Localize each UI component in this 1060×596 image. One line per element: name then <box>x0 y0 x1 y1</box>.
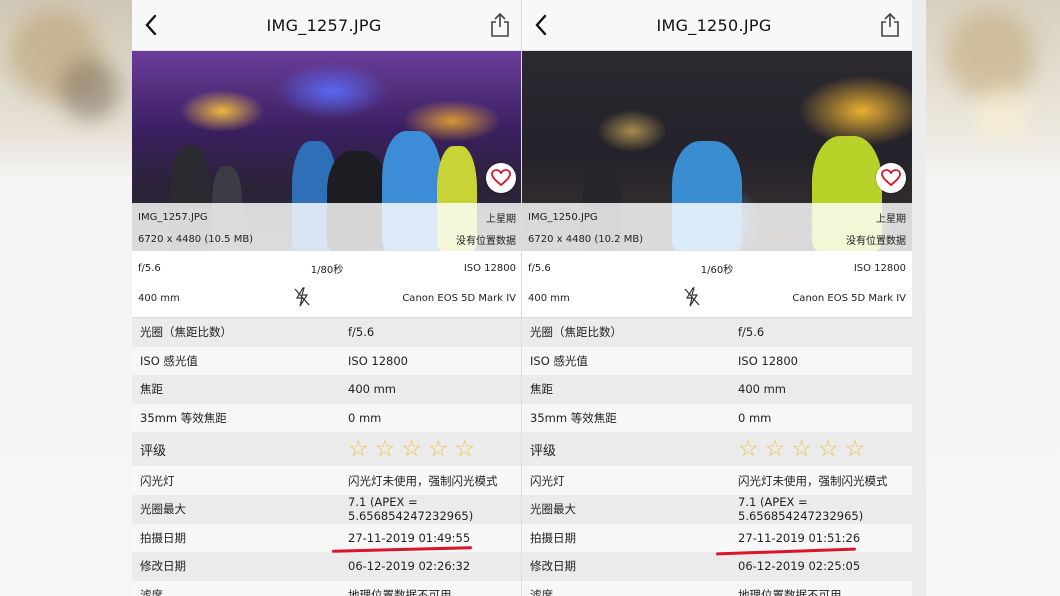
star-outline-icon[interactable]: ☆ <box>348 437 369 461</box>
table-row: 35mm 等效焦距 0 mm <box>522 403 912 433</box>
chevron-left-icon[interactable] <box>534 14 548 36</box>
star-rating[interactable]: ☆ ☆ ☆ ☆ ☆ <box>348 437 522 461</box>
flash-off-icon <box>682 286 702 308</box>
summary-shutter: 1/80秒 <box>310 264 344 276</box>
table-row: 光圈（焦距比数） f/5.6 <box>132 318 522 347</box>
table-row: 闪光灯 闪光灯未使用，强制闪光模式 <box>132 466 522 495</box>
overlay-location: 没有位置数据 <box>846 235 906 247</box>
table-row: ISO 感光值 ISO 12800 <box>132 346 522 376</box>
heart-icon[interactable] <box>486 163 516 193</box>
summary-camera: Canon EOS 5D Mark IV <box>402 292 516 304</box>
navigation-bar: IMG_1257.JPG <box>132 0 522 51</box>
table-row: 闪光灯 闪光灯未使用，强制闪光模式 <box>522 466 912 495</box>
table-row: 焦距 400 mm <box>522 375 912 404</box>
summary-shutter: 1/60秒 <box>700 264 734 276</box>
photo-info-overlay: IMG_1250.JPG 上星期 6720 x 4480 (10.2 MB) 没… <box>522 203 912 251</box>
photo-preview[interactable]: IMG_1257.JPG 上星期 6720 x 4480 (10.5 MB) 没… <box>132 51 522 251</box>
summary-aperture: f/5.6 <box>528 262 551 274</box>
star-outline-icon[interactable]: ☆ <box>845 437 866 461</box>
star-outline-icon[interactable]: ☆ <box>765 437 786 461</box>
overlay-dimensions: 6720 x 4480 (10.2 MB) <box>528 233 644 245</box>
summary-camera: Canon EOS 5D Mark IV <box>792 292 906 304</box>
table-row: ISO 感光值 ISO 12800 <box>522 346 912 376</box>
exif-summary: f/5.6 1/80秒 ISO 12800 400 mm Canon EOS 5… <box>132 253 522 318</box>
overlay-date: 上星期 <box>876 213 906 225</box>
summary-aperture: f/5.6 <box>138 262 161 274</box>
star-outline-icon[interactable]: ☆ <box>375 437 396 461</box>
table-row: 滤席 地理位置数据不可用 <box>132 580 522 596</box>
page-title: IMG_1250.JPG <box>656 15 772 35</box>
overlay-filename: IMG_1257.JPG <box>138 211 208 223</box>
page-title: IMG_1257.JPG <box>266 15 382 35</box>
star-outline-icon[interactable]: ☆ <box>401 437 422 461</box>
table-row: 35mm 等效焦距 0 mm <box>132 403 522 433</box>
star-outline-icon[interactable]: ☆ <box>428 437 449 461</box>
table-row: 修改日期 06-12-2019 02:25:05 <box>522 552 912 581</box>
photo-preview[interactable]: IMG_1250.JPG 上星期 6720 x 4480 (10.2 MB) 没… <box>522 51 912 251</box>
table-row: 焦距 400 mm <box>132 375 522 404</box>
overlay-date: 上星期 <box>486 213 516 225</box>
share-icon[interactable] <box>490 12 510 38</box>
overlay-location: 没有位置数据 <box>456 235 516 247</box>
rating-row: 评级 ☆ ☆ ☆ ☆ ☆ <box>522 432 912 467</box>
photo-info-panel-1: IMG_1257.JPG IMG_1257.JPG 上星期 6720 x 448… <box>132 0 522 596</box>
exif-summary: f/5.6 1/60秒 ISO 12800 400 mm Canon EOS 5… <box>522 253 912 318</box>
star-outline-icon[interactable]: ☆ <box>455 437 476 461</box>
summary-iso: ISO 12800 <box>463 262 516 274</box>
overlay-dimensions: 6720 x 4480 (10.5 MB) <box>138 233 254 245</box>
summary-focal-length: 400 mm <box>528 292 570 304</box>
rating-row: 评级 ☆ ☆ ☆ ☆ ☆ <box>132 432 522 467</box>
star-outline-icon[interactable]: ☆ <box>818 437 839 461</box>
photo-info-overlay: IMG_1257.JPG 上星期 6720 x 4480 (10.5 MB) 没… <box>132 203 522 251</box>
table-row: 修改日期 06-12-2019 02:26:32 <box>132 552 522 581</box>
photo-info-panel-2: IMG_1250.JPG IMG_1250.JPG 上星期 6720 x 448… <box>521 0 912 596</box>
overlay-filename: IMG_1250.JPG <box>528 211 598 223</box>
star-outline-icon[interactable]: ☆ <box>791 437 812 461</box>
star-outline-icon[interactable]: ☆ <box>738 437 759 461</box>
table-row: 光圈最大 7.1 (APEX = 5.656854247232965) <box>132 494 522 524</box>
heart-icon[interactable] <box>876 163 906 193</box>
table-row: 滤席 地理位置数据不可用 <box>522 580 912 596</box>
table-row: 光圈（焦距比数） f/5.6 <box>522 318 912 347</box>
left-blurred-background <box>0 0 132 596</box>
navigation-bar: IMG_1250.JPG <box>522 0 912 51</box>
flash-off-icon <box>292 286 312 308</box>
exif-table: 光圈（焦距比数） f/5.6 ISO 感光值 ISO 12800 焦距 400 mm … <box>132 318 522 596</box>
share-icon[interactable] <box>880 12 900 38</box>
table-row: 光圈最大 7.1 (APEX = 5.656854247232965) <box>522 494 912 524</box>
summary-focal-length: 400 mm <box>138 292 180 304</box>
right-blurred-background <box>926 0 1060 596</box>
summary-iso: ISO 12800 <box>853 262 906 274</box>
star-rating[interactable]: ☆ ☆ ☆ ☆ ☆ <box>738 437 912 461</box>
chevron-left-icon[interactable] <box>144 14 158 36</box>
